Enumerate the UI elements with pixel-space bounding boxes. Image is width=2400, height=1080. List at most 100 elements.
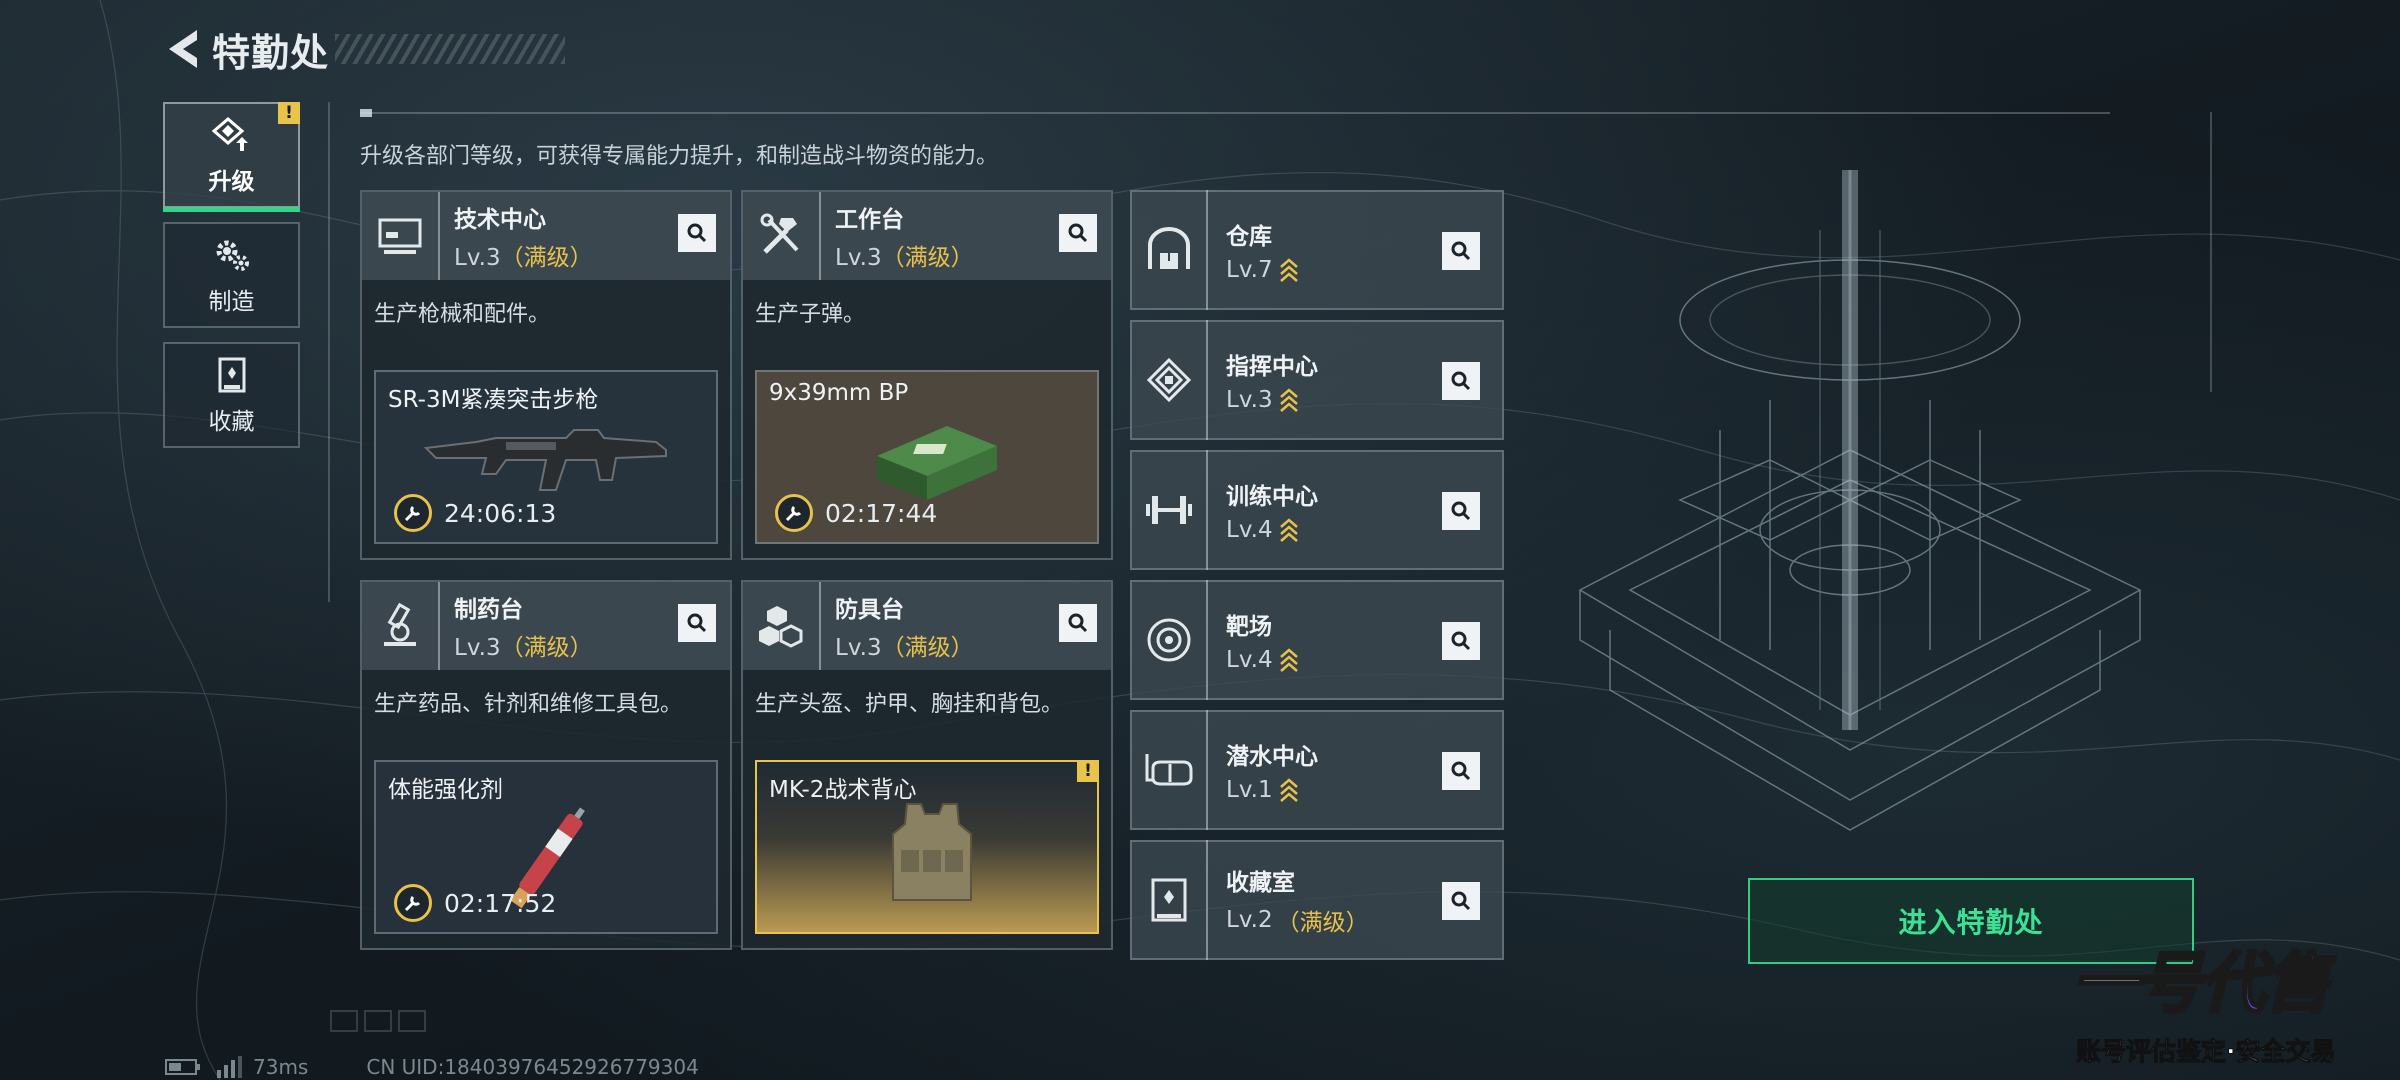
crafting-item-name: 体能强化剂 <box>388 777 503 803</box>
nav-label: 收藏 <box>208 409 255 435</box>
inspect-button[interactable] <box>1442 492 1480 530</box>
side-nav: ! 升级 制造 收藏 <box>163 102 300 462</box>
back-button[interactable] <box>160 22 204 76</box>
ammo-box-image <box>877 426 997 500</box>
facility-description: 生产枪械和配件。 <box>374 302 551 327</box>
timer-text: 02:17:52 <box>444 888 557 918</box>
facility-card-tech-center: 技术中心 Lv.3（满级） 生产枪械和配件。 SR-3M紧凑突击步枪 24:06… <box>360 190 732 560</box>
tools-icon <box>743 192 821 280</box>
facility-row-diving-center[interactable]: 潜水中心 Lv.1 <box>1130 710 1504 830</box>
facility-row-training-center[interactable]: 训练中心 Lv.4 <box>1130 450 1504 570</box>
crafting-item-name: SR-3M紧凑突击步枪 <box>388 387 599 413</box>
crafting-slot[interactable]: ! MK-2战术背心 <box>755 760 1099 934</box>
command-chip-icon <box>1132 320 1208 440</box>
facility-card-armor-bench: 防具台 Lv.3（满级） 生产头盔、护甲、胸挂和背包。 ! MK-2战术背心 <box>741 580 1113 950</box>
nav-label: 制造 <box>208 289 255 315</box>
facility-level: Lv.7 <box>1226 257 1273 283</box>
inspect-button[interactable] <box>1442 362 1480 400</box>
max-level-tag: （满级） <box>881 245 974 271</box>
facility-name: 技术中心 <box>454 207 546 233</box>
search-icon <box>1451 631 1471 651</box>
nav-item-collection[interactable]: 收藏 <box>163 342 300 448</box>
facility-name: 工作台 <box>835 207 904 233</box>
target-icon <box>1132 580 1208 700</box>
inspect-button[interactable] <box>678 604 716 642</box>
search-icon <box>1451 501 1471 521</box>
facility-name: 指挥中心 <box>1226 354 1318 380</box>
facility-level: Lv.3 <box>835 245 882 271</box>
facility-name: 潜水中心 <box>1226 744 1318 770</box>
facility-level: Lv.3 <box>835 635 882 661</box>
search-icon <box>1068 613 1088 633</box>
card-header: 制药台 Lv.3（满级） <box>362 582 730 670</box>
inspect-button[interactable] <box>1442 622 1480 660</box>
facility-description: 生产药品、针剂和维修工具包。 <box>374 692 683 717</box>
timer-text: 24:06:13 <box>444 498 557 528</box>
search-icon <box>687 613 707 633</box>
facility-name: 训练中心 <box>1226 484 1318 510</box>
page-header: 特勤处 <box>160 22 566 76</box>
crafting-slot[interactable]: SR-3M紧凑突击步枪 24:06:13 <box>374 370 718 544</box>
facility-level: Lv.3 <box>454 245 501 271</box>
card-header: 工作台 Lv.3（满级） <box>743 192 1111 280</box>
nav-item-craft[interactable]: 制造 <box>163 222 300 328</box>
inspect-button[interactable] <box>1059 604 1097 642</box>
search-icon <box>1068 223 1088 243</box>
dumbbell-icon <box>1132 450 1208 570</box>
search-icon <box>1451 891 1471 911</box>
facility-row-collection-room[interactable]: 收藏室 Lv.2 （满级） <box>1130 840 1504 960</box>
crafting-slot[interactable]: 9x39mm BP 02:17:44 <box>755 370 1099 544</box>
nav-item-upgrade[interactable]: ! 升级 <box>163 102 300 212</box>
facility-card-pharmacy: 制药台 Lv.3（满级） 生产药品、针剂和维修工具包。 体能强化剂 02:17:… <box>360 580 732 950</box>
cubes-icon <box>743 582 821 670</box>
collection-icon <box>211 354 253 396</box>
card-header: 防具台 Lv.3（满级） <box>743 582 1111 670</box>
crafting-slot[interactable]: 体能强化剂 02:17:52 <box>374 760 718 934</box>
battery-icon <box>165 1059 200 1075</box>
crafting-item-name: 9x39mm BP <box>769 380 909 406</box>
upgrade-available-icon <box>1279 648 1298 672</box>
facility-level: Lv.1 <box>1226 777 1273 803</box>
microscope-icon <box>362 582 440 670</box>
vest-image <box>892 803 972 901</box>
facility-level: Lv.3 <box>1226 387 1273 413</box>
watermark: 一号代售 账号评估鉴定·安全交易 <box>2071 930 2392 1070</box>
facility-row-warehouse[interactable]: 仓库 Lv.7 <box>1130 190 1504 310</box>
facility-name: 收藏室 <box>1226 870 1295 896</box>
facility-name: 制药台 <box>454 597 523 623</box>
wrench-icon <box>394 494 432 532</box>
divider <box>360 109 2110 117</box>
max-level-tag: （满级） <box>500 635 593 661</box>
page-subtitle: 升级各部门等级，可获得专属能力提升，和制造战斗物资的能力。 <box>360 144 999 169</box>
monitor-icon <box>362 192 440 280</box>
inspect-button[interactable] <box>1442 882 1480 920</box>
facility-row-command-center[interactable]: 指挥中心 Lv.3 <box>1130 320 1504 440</box>
base-hologram <box>1578 170 2142 831</box>
facility-row-shooting-range[interactable]: 靶场 Lv.4 <box>1130 580 1504 700</box>
inspect-button[interactable] <box>1442 232 1480 270</box>
inspect-button[interactable] <box>1059 214 1097 252</box>
facility-name: 防具台 <box>835 597 904 623</box>
facility-level: Lv.2 <box>1226 907 1273 933</box>
timer-text: 02:17:44 <box>825 498 938 528</box>
crafting-timer: 02:17:52 <box>394 884 556 922</box>
back-arrow-icon <box>169 30 197 68</box>
facility-name: 靶场 <box>1226 614 1272 640</box>
upgrade-available-icon <box>1279 518 1298 542</box>
search-icon <box>687 223 707 243</box>
warehouse-icon <box>1132 190 1208 310</box>
facility-description: 生产头盔、护甲、胸挂和背包。 <box>755 692 1064 717</box>
crafting-item-name: MK-2战术背心 <box>769 777 917 803</box>
title-decoration <box>335 34 566 64</box>
facility-description: 生产子弹。 <box>755 302 866 327</box>
max-level-tag: （满级） <box>881 635 974 661</box>
facility-card-workbench: 工作台 Lv.3（满级） 生产子弹。 9x39mm BP 02:17:44 <box>741 190 1113 560</box>
inspect-button[interactable] <box>1442 752 1480 790</box>
inspect-button[interactable] <box>678 214 716 252</box>
status-footer: 73ms CN UID:18403976452926779304 <box>165 1055 699 1079</box>
alert-badge: ! <box>1077 760 1099 782</box>
max-level-tag: （满级） <box>500 245 593 271</box>
upgrade-icon <box>211 114 253 156</box>
crafting-timer: 24:06:13 <box>394 494 556 532</box>
page-title: 特勤处 <box>212 30 330 75</box>
